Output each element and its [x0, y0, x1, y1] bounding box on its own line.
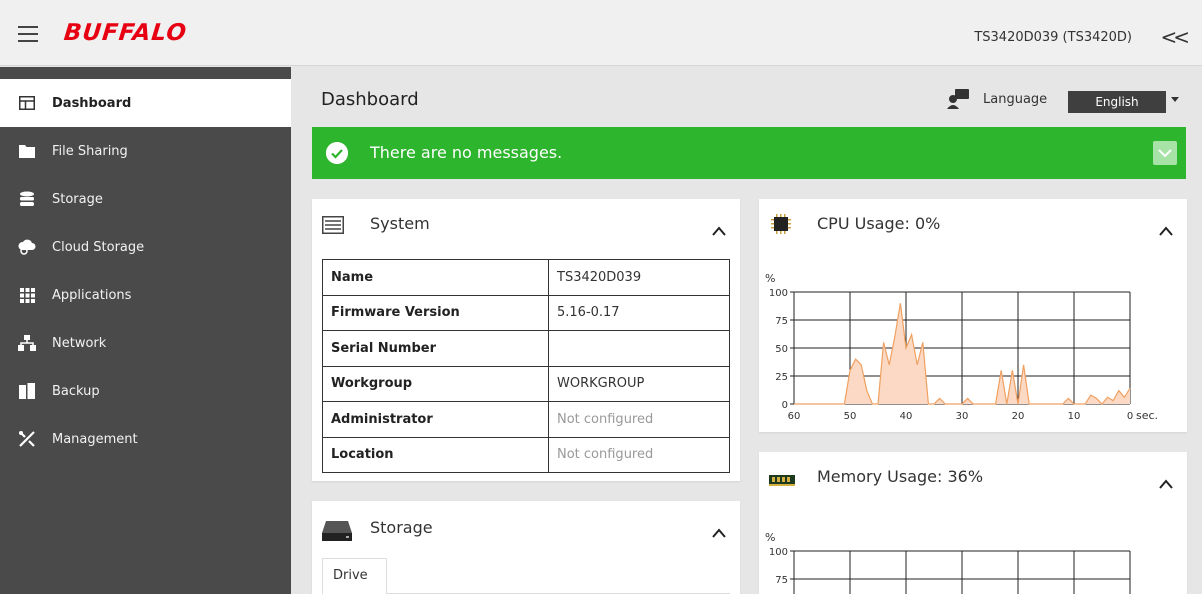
- sidebar-item-applications[interactable]: Applications: [0, 271, 291, 319]
- collapse-caret-icon[interactable]: [712, 221, 726, 236]
- table-key: Firmware Version: [322, 294, 549, 331]
- cpu-usage-chart: %100755025060 50 40 30 20 10 0 sec.: [765, 272, 1158, 422]
- sidebar-item-storage[interactable]: Storage: [0, 175, 291, 223]
- table-row: Serial Number: [322, 330, 730, 367]
- table-row: Administrator Not configured: [322, 401, 730, 438]
- table-row: Location Not configured: [322, 436, 730, 473]
- hamburger-menu-icon[interactable]: [18, 26, 38, 42]
- y-tick-label: 100: [769, 288, 788, 299]
- cpu-chip-icon: [771, 214, 791, 238]
- y-tick-label: 100: [769, 547, 788, 558]
- sidebar-item-backup[interactable]: Backup: [0, 367, 291, 415]
- collapse-panel-icon[interactable]: <<: [1160, 25, 1189, 49]
- system-list-icon: [322, 216, 344, 238]
- x-axis-unit-label: sec.: [1136, 409, 1158, 422]
- table-value: 5.16-0.17: [548, 294, 730, 331]
- language-label: Language: [983, 92, 1048, 107]
- y-tick-label: 0: [782, 400, 788, 411]
- page-title: Dashboard: [321, 89, 419, 110]
- tools-icon: [18, 431, 36, 447]
- sidebar-item-dashboard[interactable]: Dashboard: [0, 79, 291, 127]
- table-key: Administrator: [322, 401, 549, 438]
- sidebar-top-strip: [0, 67, 291, 79]
- table-key: Workgroup: [322, 365, 549, 402]
- table-value: TS3420D039: [548, 259, 730, 296]
- sidebar-item-management[interactable]: Management: [0, 415, 291, 463]
- table-value: Not configured: [548, 401, 730, 438]
- collapse-caret-icon[interactable]: [712, 523, 726, 538]
- storage-card: Storage Drive: [312, 501, 740, 594]
- system-info-table: Name TS3420D039 Firmware Version 5.16-0.17…: [322, 259, 730, 473]
- backup-icon: [18, 383, 36, 399]
- table-value: [548, 330, 730, 367]
- language-select[interactable]: English: [1068, 91, 1166, 113]
- x-tick-label: 10: [1068, 411, 1081, 422]
- check-circle-icon: [326, 142, 348, 164]
- top-bar: BUFFALO TS3420D039 (TS3420D) <<: [0, 0, 1202, 66]
- message-banner: There are no messages.: [312, 127, 1186, 179]
- x-tick-label: 30: [956, 411, 969, 422]
- sidebar: Dashboard File Sharing Storage Cloud Sto…: [0, 67, 291, 594]
- tab-drive[interactable]: Drive: [322, 558, 387, 594]
- table-key: Name: [322, 259, 549, 296]
- language-icon: [947, 89, 969, 109]
- hard-drive-icon: [322, 521, 352, 545]
- table-key: Serial Number: [322, 330, 549, 367]
- table-key: Location: [322, 436, 549, 473]
- memory-usage-card: Memory Usage: 36% %1007550: [759, 452, 1187, 594]
- x-tick-label: 60: [788, 411, 801, 422]
- y-axis-unit-label: %: [765, 531, 775, 544]
- x-tick-label: 40: [900, 411, 913, 422]
- dashboard-icon: [18, 95, 36, 111]
- system-card: System Name TS3420D039 Firmware Version 5.…: [312, 199, 740, 481]
- applications-grid-icon: [18, 287, 36, 303]
- table-value: Not configured: [548, 436, 730, 473]
- sidebar-item-network[interactable]: Network: [0, 319, 291, 367]
- device-name: TS3420D039 (TS3420D): [974, 30, 1132, 45]
- cpu-card-title: CPU Usage: 0%: [817, 214, 941, 233]
- main-content: Dashboard Language English There are no …: [291, 67, 1202, 594]
- y-tick-label: 75: [775, 575, 788, 586]
- y-tick-label: 50: [775, 344, 788, 355]
- x-tick-label: 0: [1127, 411, 1133, 422]
- message-expand-button[interactable]: [1153, 141, 1177, 165]
- sidebar-item-label: Applications: [52, 287, 132, 303]
- sidebar-item-file-sharing[interactable]: File Sharing: [0, 127, 291, 175]
- y-axis-unit-label: %: [765, 272, 775, 285]
- x-tick-label: 20: [1012, 411, 1025, 422]
- cpu-usage-card: CPU Usage: 0% % 100 75 50 25 0 60 50 40 30 20 10 0 se…: [759, 199, 1187, 432]
- folder-icon: [18, 143, 36, 159]
- sidebar-item-label: Cloud Storage: [52, 239, 145, 255]
- language-dropdown-arrow-icon[interactable]: [1171, 97, 1179, 102]
- sidebar-item-label: Backup: [52, 383, 100, 399]
- sidebar-item-label: Network: [52, 335, 107, 351]
- message-text: There are no messages.: [370, 143, 563, 162]
- memory-module-icon: [769, 472, 795, 491]
- sidebar-item-label: Dashboard: [52, 95, 132, 111]
- table-row: Firmware Version 5.16-0.17: [322, 294, 730, 331]
- cloud-storage-icon: [18, 239, 36, 255]
- table-row: Workgroup WORKGROUP: [322, 365, 730, 402]
- memory-card-title: Memory Usage: 36%: [817, 467, 984, 486]
- system-card-title: System: [370, 214, 430, 233]
- sidebar-item-label: Management: [52, 431, 138, 447]
- y-tick-label: 75: [775, 316, 788, 327]
- sidebar-item-label: Storage: [52, 191, 103, 207]
- table-row: Name TS3420D039: [322, 259, 730, 296]
- y-tick-label: 25: [775, 372, 788, 383]
- memory-usage-chart: %1007550: [765, 531, 1131, 594]
- database-icon: [18, 191, 36, 207]
- sidebar-item-cloud-storage[interactable]: Cloud Storage: [0, 223, 291, 271]
- collapse-caret-icon[interactable]: [1159, 474, 1173, 489]
- storage-card-title: Storage: [370, 518, 433, 537]
- table-value: WORKGROUP: [548, 365, 730, 402]
- collapse-caret-icon[interactable]: [1159, 221, 1173, 236]
- network-icon: [18, 335, 36, 351]
- sidebar-item-label: File Sharing: [52, 143, 128, 159]
- buffalo-logo: BUFFALO: [62, 20, 189, 46]
- x-tick-label: 50: [844, 411, 857, 422]
